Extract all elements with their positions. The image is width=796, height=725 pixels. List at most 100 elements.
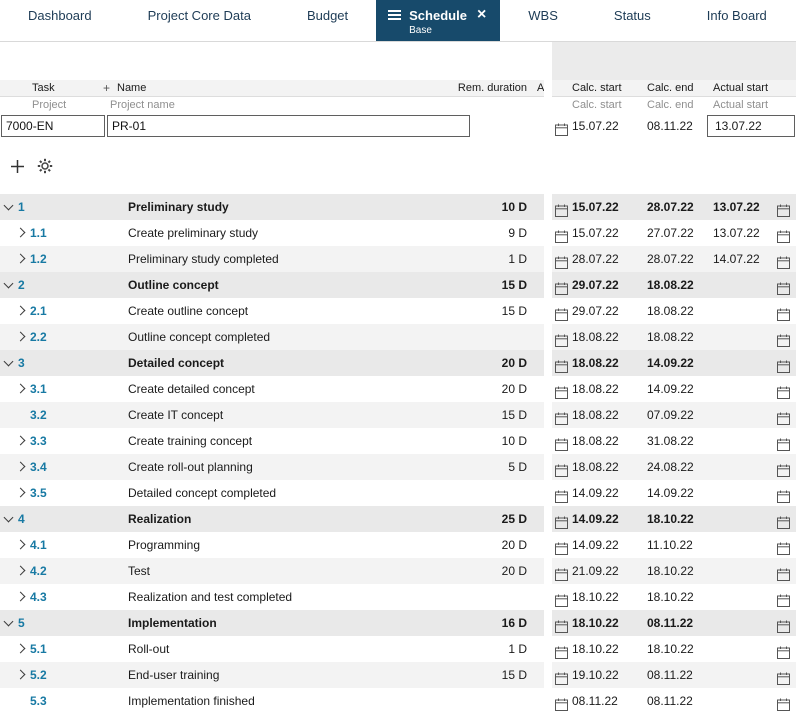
task-number[interactable]: 2.2 (30, 324, 47, 350)
calendar-icon[interactable] (777, 642, 790, 659)
task-number[interactable]: 3.5 (30, 480, 47, 506)
task-number[interactable]: 3.3 (30, 428, 47, 454)
calendar-icon[interactable] (777, 564, 790, 581)
calendar-icon[interactable] (777, 434, 790, 451)
calendar-icon[interactable] (555, 642, 568, 659)
task-row[interactable]: 3.4 Create roll-out planning 5 D 18.08.22 24… (0, 454, 796, 480)
task-row[interactable]: 3 Detailed concept 20 D 18.08.22 14.09.22 (0, 350, 796, 376)
task-name[interactable]: Preliminary study completed (128, 246, 279, 272)
task-name[interactable]: Preliminary study (128, 194, 229, 220)
chevron-right-icon[interactable] (15, 591, 26, 602)
calendar-icon[interactable] (777, 512, 790, 529)
task-number[interactable]: 3.4 (30, 454, 47, 480)
chevron-right-icon[interactable] (15, 669, 26, 680)
calendar-icon[interactable] (777, 408, 790, 425)
task-number[interactable]: 3.2 (30, 402, 47, 428)
chevron-right-icon[interactable] (15, 253, 26, 264)
chevron-down-icon[interactable] (3, 616, 14, 627)
calendar-icon[interactable] (777, 590, 790, 607)
chevron-right-icon[interactable] (15, 487, 26, 498)
task-row[interactable]: 4 Realization 25 D 14.09.22 18.10.22 (0, 506, 796, 532)
tab-info-board[interactable]: Info Board (679, 0, 795, 41)
task-row[interactable]: 3.5 Detailed concept completed 14.09.22 14.… (0, 480, 796, 506)
task-row[interactable]: 1 Preliminary study 10 D 15.07.22 28.07.22 13… (0, 194, 796, 220)
task-number[interactable]: 4.3 (30, 584, 47, 610)
tab-budget[interactable]: Budget (279, 0, 376, 41)
calendar-icon[interactable] (777, 226, 790, 243)
close-tab-icon[interactable]: × (477, 7, 486, 23)
calendar-icon[interactable] (555, 512, 568, 529)
task-row[interactable]: 5.3 Implementation finished 08.11.22 08.11.… (0, 688, 796, 714)
task-number[interactable]: 1.1 (30, 220, 47, 246)
task-number[interactable]: 3 (18, 350, 25, 376)
task-number[interactable]: 5.1 (30, 636, 47, 662)
task-number[interactable]: 5 (18, 610, 25, 636)
hamburger-menu-icon[interactable] (388, 10, 402, 20)
calendar-icon[interactable] (555, 616, 568, 633)
task-name[interactable]: Create preliminary study (128, 220, 258, 246)
calendar-icon[interactable] (555, 408, 568, 425)
calendar-icon[interactable] (555, 278, 568, 295)
task-row[interactable]: 4.3 Realization and test completed 18.10.2… (0, 584, 796, 610)
task-name[interactable]: Programming (128, 532, 200, 558)
chevron-right-icon[interactable] (15, 643, 26, 654)
calendar-icon[interactable] (555, 382, 568, 399)
task-number[interactable]: 2.1 (30, 298, 47, 324)
calendar-icon[interactable] (777, 278, 790, 295)
calendar-icon[interactable] (555, 200, 568, 217)
task-name[interactable]: Implementation (128, 610, 217, 636)
project-name-input[interactable] (107, 115, 470, 137)
calendar-icon[interactable] (555, 668, 568, 685)
task-row[interactable]: 2.1 Create outline concept 15 D 29.07.22 18.… (0, 298, 796, 324)
calendar-icon[interactable] (777, 694, 790, 711)
chevron-right-icon[interactable] (15, 435, 26, 446)
chevron-down-icon[interactable] (3, 278, 14, 289)
calendar-icon[interactable] (555, 434, 568, 451)
task-number[interactable]: 5.3 (30, 688, 47, 714)
task-name[interactable]: Create IT concept (128, 402, 223, 428)
calendar-icon[interactable] (555, 304, 568, 321)
chevron-right-icon[interactable] (15, 539, 26, 550)
calendar-icon[interactable] (555, 119, 568, 136)
task-name[interactable]: Create outline concept (128, 298, 248, 324)
calendar-icon[interactable] (777, 200, 790, 217)
task-name[interactable]: Implementation finished (128, 688, 255, 714)
task-row[interactable]: 3.1 Create detailed concept 20 D 18.08.22 14… (0, 376, 796, 402)
task-number[interactable]: 1.2 (30, 246, 47, 272)
calendar-icon[interactable] (555, 252, 568, 269)
task-row[interactable]: 2 Outline concept 15 D 29.07.22 18.08.22 (0, 272, 796, 298)
project-actual-start-input[interactable]: 13.07.22 (707, 115, 795, 137)
task-number[interactable]: 4.1 (30, 532, 47, 558)
project-id-input[interactable] (1, 115, 105, 137)
task-name[interactable]: Test (128, 558, 150, 584)
calendar-icon[interactable] (777, 330, 790, 347)
task-name[interactable]: Outline concept (128, 272, 219, 298)
task-row[interactable]: 5.2 End-user training 15 D 19.10.22 08.11.22 (0, 662, 796, 688)
chevron-right-icon[interactable] (15, 461, 26, 472)
calendar-icon[interactable] (777, 304, 790, 321)
calendar-icon[interactable] (555, 590, 568, 607)
task-number[interactable]: 2 (18, 272, 25, 298)
tab-status[interactable]: Status (586, 0, 679, 41)
calendar-icon[interactable] (555, 486, 568, 503)
add-column-icon[interactable]: + (103, 80, 110, 96)
task-row[interactable]: 2.2 Outline concept completed 18.08.22 18.0… (0, 324, 796, 350)
calendar-icon[interactable] (777, 460, 790, 477)
calendar-icon[interactable] (555, 330, 568, 347)
task-name[interactable]: Detailed concept (128, 350, 224, 376)
calendar-icon[interactable] (777, 486, 790, 503)
calendar-icon[interactable] (777, 668, 790, 685)
task-name[interactable]: Roll-out (128, 636, 169, 662)
tab-schedule[interactable]: Schedule × Base (376, 0, 501, 41)
tab-dashboard[interactable]: Dashboard (0, 0, 120, 41)
task-name[interactable]: Create detailed concept (128, 376, 255, 402)
chevron-right-icon[interactable] (15, 227, 26, 238)
calendar-icon[interactable] (555, 460, 568, 477)
task-name[interactable]: Realization and test completed (128, 584, 292, 610)
chevron-down-icon[interactable] (3, 200, 14, 211)
task-row[interactable]: 5.1 Roll-out 1 D 18.10.22 18.10.22 (0, 636, 796, 662)
chevron-down-icon[interactable] (3, 512, 14, 523)
task-row[interactable]: 3.2 Create IT concept 15 D 18.08.22 07.09.22 (0, 402, 796, 428)
task-row[interactable]: 4.2 Test 20 D 21.09.22 18.10.22 (0, 558, 796, 584)
chevron-right-icon[interactable] (15, 305, 26, 316)
